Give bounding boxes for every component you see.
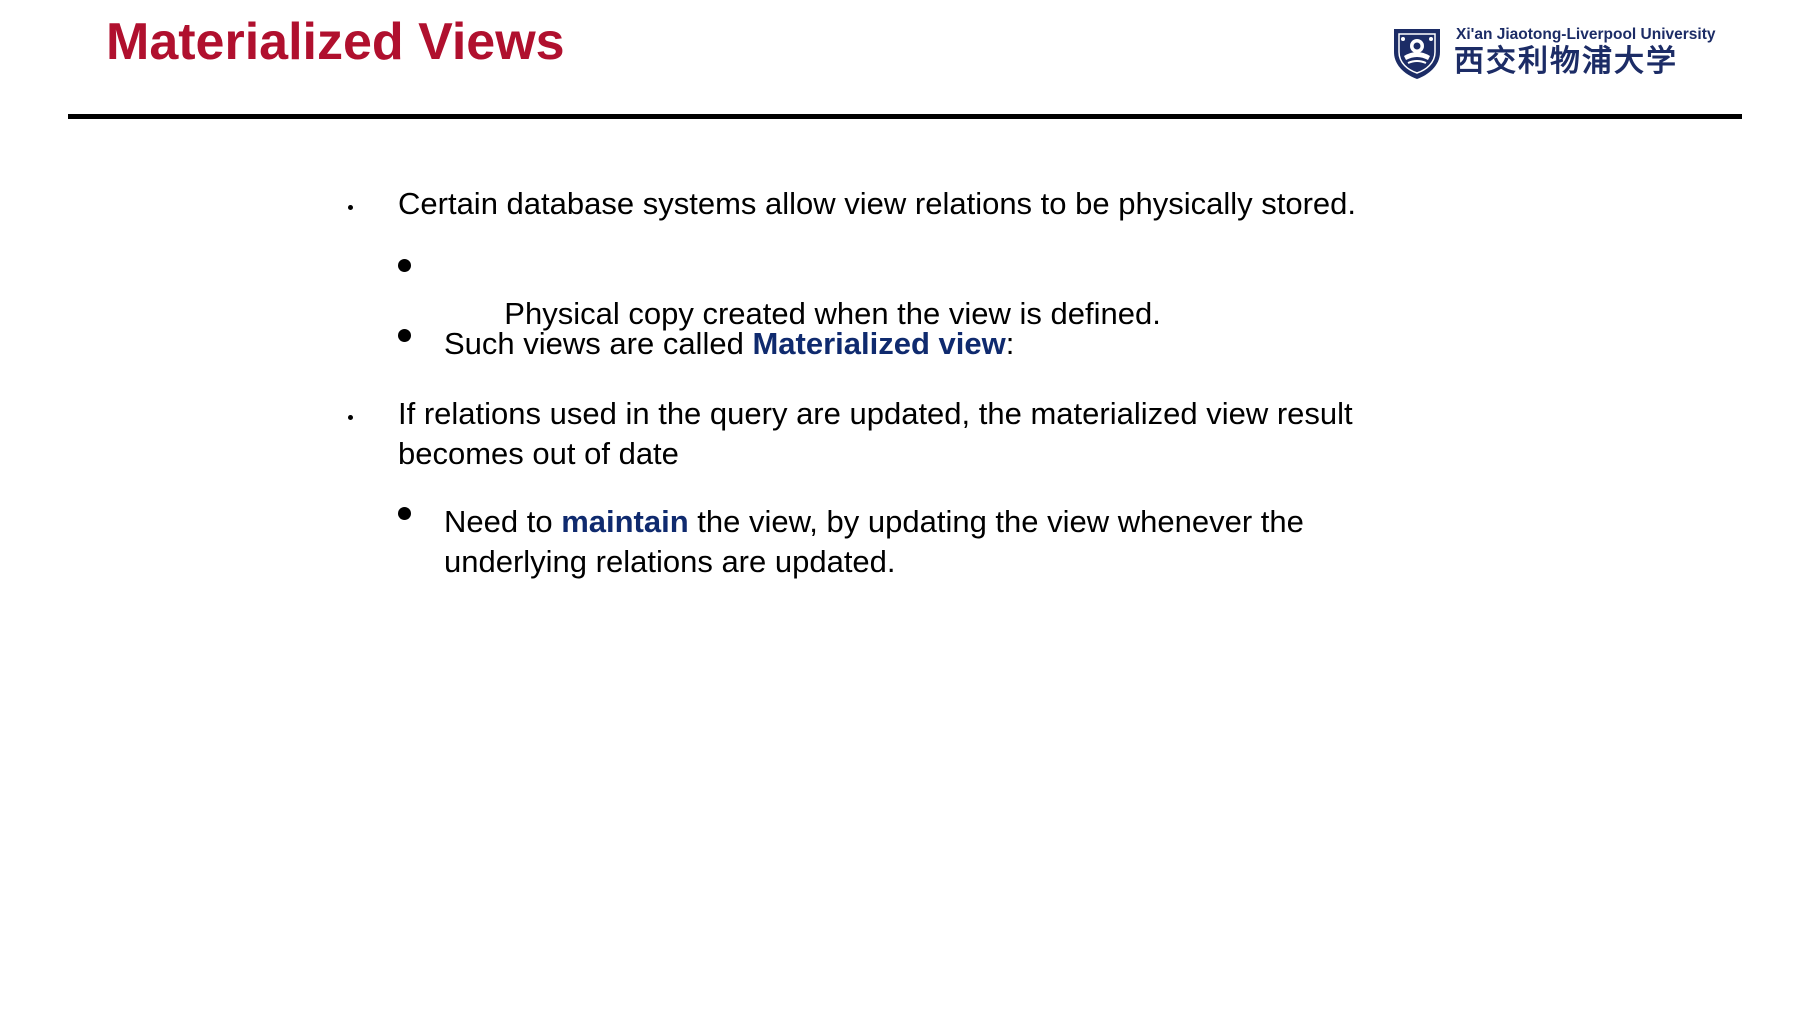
sub-list-item-text: Such views are called bbox=[444, 326, 753, 361]
list-item: Certain database systems allow view rela… bbox=[398, 184, 1458, 224]
highlighted-term: maintain bbox=[561, 504, 689, 539]
slide: Materialized Views Xi'an Jiaotong-Liverp… bbox=[0, 0, 1800, 1013]
list-item-text: Certain database systems allow view rela… bbox=[398, 186, 1357, 221]
list-item-text: If relations used in the query are updat… bbox=[398, 396, 1353, 471]
highlighted-term: Materialized view bbox=[752, 326, 1006, 361]
sub-list-item-text: Need to bbox=[444, 504, 562, 539]
bullet-dot-icon bbox=[398, 259, 411, 272]
bullet-dot-icon bbox=[398, 329, 411, 342]
bullet-dot-icon bbox=[348, 415, 353, 420]
sub-list-item: Need to maintain the view, by updating t… bbox=[444, 502, 1404, 582]
slide-content: Certain database systems allow view rela… bbox=[0, 0, 1800, 1013]
bullet-dot-icon bbox=[348, 205, 353, 210]
sub-list-item: Such views are called Materialized view: bbox=[444, 324, 1404, 364]
bullet-dot-icon bbox=[398, 507, 411, 520]
sub-list-item-text: : bbox=[1005, 326, 1015, 361]
list-item: If relations used in the query are updat… bbox=[398, 394, 1458, 474]
